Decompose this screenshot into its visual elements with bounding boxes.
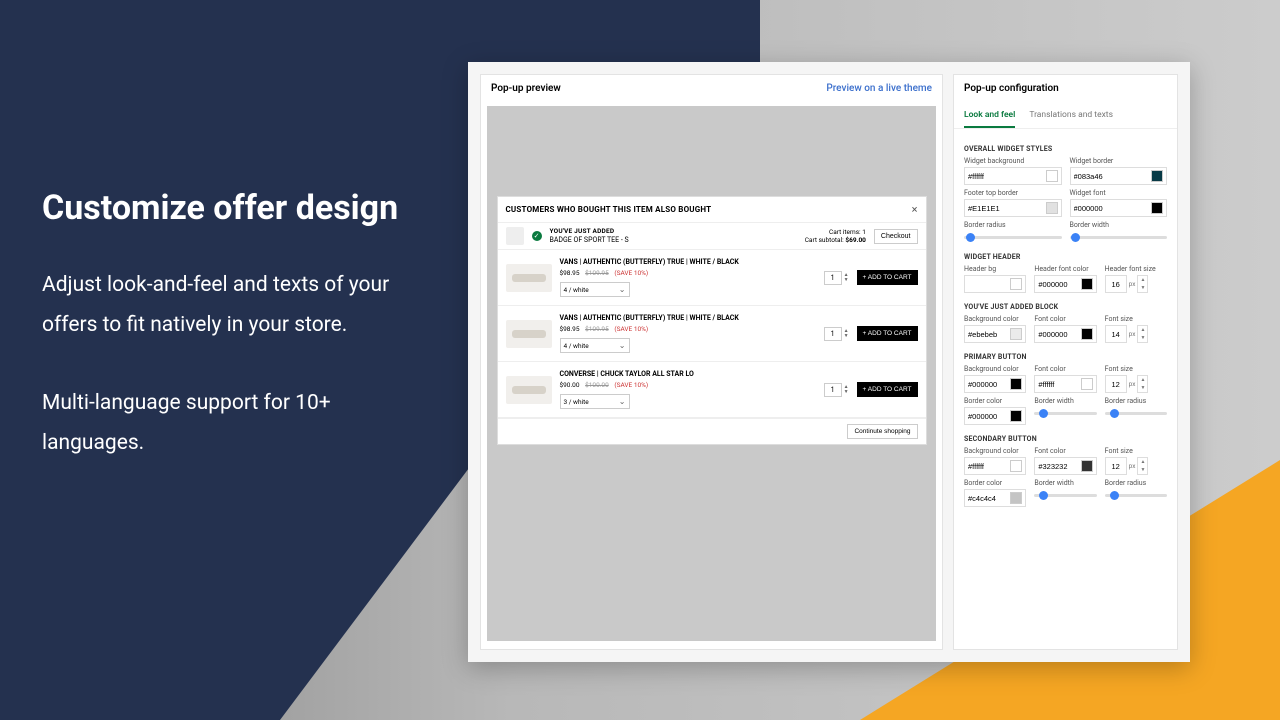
section-widget-header: WIDGET HEADER bbox=[964, 253, 1167, 261]
sb-bg-input[interactable] bbox=[964, 457, 1026, 475]
checkout-button[interactable]: Checkout bbox=[874, 229, 918, 244]
qty-stepper[interactable]: 1▲▼ bbox=[824, 271, 849, 285]
app-window: Pop-up preview Preview on a live theme C… bbox=[468, 62, 1190, 662]
product-name: VANS | AUTHENTIC (BUTTERFLY) TRUE | WHIT… bbox=[560, 314, 816, 322]
sb-border-radius-slider[interactable] bbox=[1105, 489, 1167, 501]
tab-look-and-feel[interactable]: Look and feel bbox=[964, 106, 1015, 128]
header-font-color-input[interactable] bbox=[1034, 275, 1096, 293]
qty-stepper[interactable]: 1▲▼ bbox=[824, 327, 849, 341]
product-row: VANS | AUTHENTIC (BUTTERFLY) TRUE | WHIT… bbox=[498, 306, 926, 362]
cart-subtotal-label: Cart subtotal: bbox=[805, 236, 844, 244]
header-bg-input[interactable] bbox=[964, 275, 1026, 293]
pb-border-width-slider[interactable] bbox=[1034, 407, 1096, 419]
product-row: CONVERSE | CHUCK TAYLOR ALL STAR LO $90.… bbox=[498, 362, 926, 418]
preview-panel: Pop-up preview Preview on a live theme C… bbox=[480, 74, 943, 650]
product-image bbox=[506, 320, 552, 348]
widget-border-input[interactable] bbox=[1070, 167, 1168, 185]
product-image bbox=[506, 376, 552, 404]
tab-translations[interactable]: Translations and texts bbox=[1029, 106, 1113, 128]
footer-top-input[interactable] bbox=[964, 199, 1062, 217]
preview-canvas: CUSTOMERS WHO BOUGHT THIS ITEM ALSO BOUG… bbox=[487, 106, 936, 641]
config-panel: Pop-up configuration Look and feel Trans… bbox=[953, 74, 1178, 650]
marketing-copy: Customize offer design Adjust look-and-f… bbox=[42, 188, 422, 502]
pb-border-input[interactable] bbox=[964, 407, 1026, 425]
qty-stepper[interactable]: 1▲▼ bbox=[824, 383, 849, 397]
section-primary-button: PRIMARY BUTTON bbox=[964, 353, 1167, 361]
upsell-popup: CUSTOMERS WHO BOUGHT THIS ITEM ALSO BOUG… bbox=[497, 196, 927, 445]
ja-font-input[interactable] bbox=[1034, 325, 1096, 343]
variant-select[interactable]: 4 / white bbox=[560, 338, 630, 353]
just-added-product: BADGE OF SPORT TEE - S bbox=[550, 236, 629, 244]
header-font-size-input[interactable]: px▲▼ bbox=[1105, 275, 1167, 293]
border-width-slider[interactable] bbox=[1070, 231, 1168, 243]
preview-title: Pop-up preview bbox=[491, 83, 561, 94]
variant-select[interactable]: 4 / white bbox=[560, 282, 630, 297]
product-name: CONVERSE | CHUCK TAYLOR ALL STAR LO bbox=[560, 370, 816, 378]
config-title: Pop-up configuration bbox=[964, 83, 1059, 94]
popup-title: CUSTOMERS WHO BOUGHT THIS ITEM ALSO BOUG… bbox=[506, 205, 712, 214]
section-secondary-button: SECONDARY BUTTON bbox=[964, 435, 1167, 443]
add-to-cart-button[interactable]: + ADD TO CART bbox=[857, 270, 918, 285]
sb-font-size-input[interactable]: px▲▼ bbox=[1105, 457, 1167, 475]
hero-title: Customize offer design bbox=[42, 188, 422, 228]
pb-font-input[interactable] bbox=[1034, 375, 1096, 393]
preview-live-link[interactable]: Preview on a live theme bbox=[826, 83, 932, 94]
just-added-thumb bbox=[506, 227, 524, 245]
section-overall: OVERALL WIDGET STYLES bbox=[964, 145, 1167, 153]
pb-bg-input[interactable] bbox=[964, 375, 1026, 393]
sb-border-width-slider[interactable] bbox=[1034, 489, 1096, 501]
pb-font-size-input[interactable]: px▲▼ bbox=[1105, 375, 1167, 393]
ja-bg-input[interactable] bbox=[964, 325, 1026, 343]
check-icon: ✓ bbox=[532, 231, 542, 241]
continue-shopping-button[interactable]: Continute shopping bbox=[847, 424, 917, 439]
close-icon[interactable]: × bbox=[912, 203, 918, 216]
border-radius-slider[interactable] bbox=[964, 231, 1062, 243]
just-added-row: ✓ YOU'VE JUST ADDED BADGE OF SPORT TEE -… bbox=[498, 223, 926, 250]
sb-border-input[interactable] bbox=[964, 489, 1026, 507]
add-to-cart-button[interactable]: + ADD TO CART bbox=[857, 326, 918, 341]
pb-border-radius-slider[interactable] bbox=[1105, 407, 1167, 419]
product-image bbox=[506, 264, 552, 292]
just-added-label: YOU'VE JUST ADDED bbox=[550, 227, 615, 235]
cart-items-label: Cart items: bbox=[829, 228, 861, 236]
widget-bg-input[interactable] bbox=[964, 167, 1062, 185]
ja-font-size-input[interactable]: px▲▼ bbox=[1105, 325, 1167, 343]
product-name: VANS | AUTHENTIC (BUTTERFLY) TRUE | WHIT… bbox=[560, 258, 816, 266]
product-row: VANS | AUTHENTIC (BUTTERFLY) TRUE | WHIT… bbox=[498, 250, 926, 306]
add-to-cart-button[interactable]: + ADD TO CART bbox=[857, 382, 918, 397]
section-just-added: YOU'VE JUST ADDED BLOCK bbox=[964, 303, 1167, 311]
hero-paragraph-1: Adjust look-and-feel and texts of your o… bbox=[42, 266, 422, 346]
sb-font-input[interactable] bbox=[1034, 457, 1096, 475]
hero-paragraph-2: Multi-language support for 10+ languages… bbox=[42, 384, 422, 464]
widget-font-input[interactable] bbox=[1070, 199, 1168, 217]
variant-select[interactable]: 3 / white bbox=[560, 394, 630, 409]
